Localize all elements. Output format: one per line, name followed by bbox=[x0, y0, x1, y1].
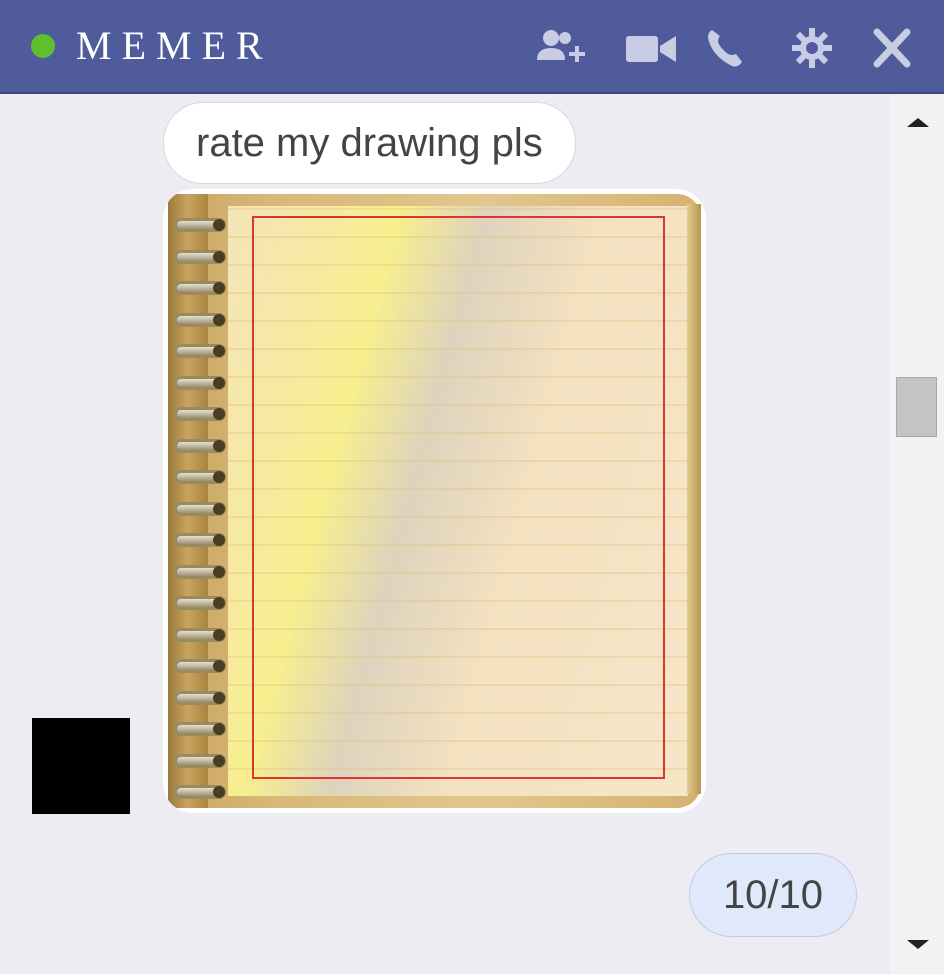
spiral-ring bbox=[174, 659, 226, 673]
phone-icon[interactable] bbox=[702, 26, 756, 70]
spiral-ring bbox=[174, 785, 226, 799]
chevron-up-icon[interactable] bbox=[907, 118, 929, 127]
spiral-ring bbox=[174, 564, 226, 579]
chevron-down-icon[interactable] bbox=[907, 940, 929, 949]
spiral-ring bbox=[174, 438, 226, 453]
spiral-ring bbox=[174, 627, 226, 642]
spiral-ring bbox=[174, 344, 226, 358]
online-status-dot bbox=[31, 34, 55, 58]
spiral-ring bbox=[174, 596, 226, 610]
chat-header: MEMER bbox=[0, 0, 944, 94]
spiral-ring bbox=[174, 722, 226, 736]
chat-title[interactable]: MEMER bbox=[76, 20, 273, 72]
video-camera-icon[interactable] bbox=[624, 26, 678, 70]
spiral-ring bbox=[174, 470, 226, 484]
spiral-ring bbox=[174, 375, 226, 390]
spiral-ring bbox=[174, 249, 226, 264]
spiral-ring bbox=[174, 407, 226, 421]
message-text: 10/10 bbox=[722, 872, 824, 917]
spiral-ring bbox=[174, 753, 226, 768]
spiral-ring bbox=[174, 312, 226, 327]
close-icon[interactable] bbox=[865, 26, 919, 70]
spiral-ring bbox=[174, 501, 226, 516]
message-text: rate my drawing pls bbox=[196, 120, 543, 165]
add-user-icon[interactable] bbox=[533, 26, 587, 70]
incoming-message: rate my drawing pls bbox=[163, 102, 576, 184]
notebook-edge bbox=[687, 204, 701, 794]
avatar[interactable] bbox=[32, 718, 130, 814]
gear-icon[interactable] bbox=[785, 26, 839, 70]
red-drawing-frame bbox=[252, 216, 665, 779]
spiral-ring bbox=[174, 533, 226, 547]
outgoing-message: 10/10 bbox=[689, 853, 857, 937]
spiral-ring bbox=[174, 218, 226, 232]
spiral-ring bbox=[174, 281, 226, 295]
spiral-ring bbox=[174, 690, 226, 705]
scrollbar[interactable] bbox=[890, 94, 944, 974]
scrollbar-thumb[interactable] bbox=[896, 377, 937, 437]
